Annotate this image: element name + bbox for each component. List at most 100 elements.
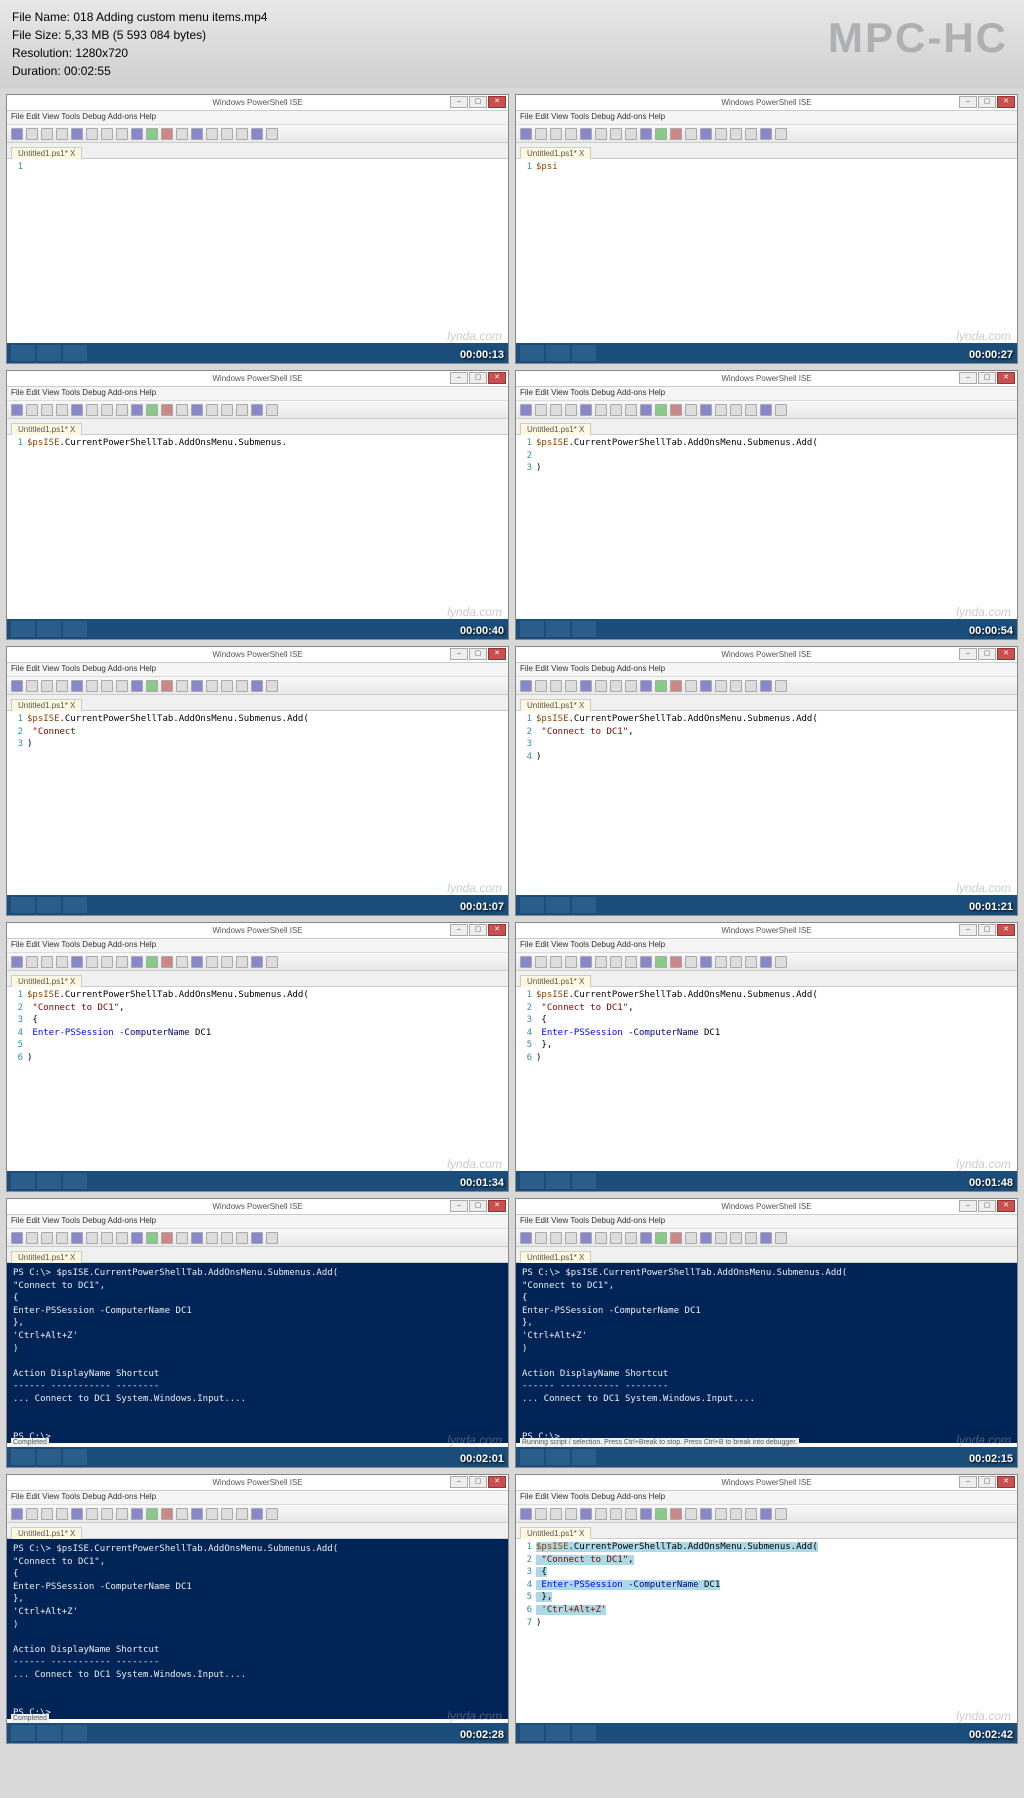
- toolbar-button-7[interactable]: [625, 404, 637, 416]
- start-button[interactable]: [520, 1173, 544, 1189]
- toolbar-button-11[interactable]: [176, 680, 188, 692]
- tab-close-icon[interactable]: X: [70, 977, 75, 986]
- toolbar-button-14[interactable]: [221, 680, 233, 692]
- start-button[interactable]: [11, 1173, 35, 1189]
- maximize-button[interactable]: ▢: [469, 96, 487, 108]
- menu-bar[interactable]: File Edit View Tools Debug Add-ons Help: [516, 1215, 1017, 1229]
- toolbar-button-1[interactable]: [535, 680, 547, 692]
- toolbar-button-17[interactable]: [266, 404, 278, 416]
- toolbar-button-17[interactable]: [775, 956, 787, 968]
- start-button[interactable]: [520, 621, 544, 637]
- toolbar-button-14[interactable]: [730, 680, 742, 692]
- taskbar-item[interactable]: [546, 1173, 570, 1189]
- toolbar-button-16[interactable]: [251, 1508, 263, 1520]
- toolbar-button-11[interactable]: [685, 128, 697, 140]
- windows-taskbar[interactable]: [516, 1723, 1017, 1743]
- toolbar-button-11[interactable]: [176, 404, 188, 416]
- toolbar-button-1[interactable]: [535, 128, 547, 140]
- toolbar-button-16[interactable]: [760, 128, 772, 140]
- toolbar-button-0[interactable]: [11, 956, 23, 968]
- toolbar-button-5[interactable]: [595, 1508, 607, 1520]
- menu-bar[interactable]: File Edit View Tools Debug Add-ons Help: [7, 1215, 508, 1229]
- toolbar-button-17[interactable]: [775, 128, 787, 140]
- toolbar-button-3[interactable]: [56, 128, 68, 140]
- toolbar-button-15[interactable]: [745, 404, 757, 416]
- toolbar-button-17[interactable]: [266, 1508, 278, 1520]
- close-button[interactable]: ✕: [488, 648, 506, 660]
- toolbar-button-6[interactable]: [101, 680, 113, 692]
- start-button[interactable]: [11, 1449, 35, 1465]
- taskbar-item[interactable]: [63, 1449, 87, 1465]
- taskbar-item[interactable]: [546, 1725, 570, 1741]
- script-editor[interactable]: 1$psISE.CurrentPowerShellTab.AddOnsMenu.…: [516, 435, 1017, 477]
- toolbar-button-15[interactable]: [745, 956, 757, 968]
- toolbar-button-3[interactable]: [565, 1232, 577, 1244]
- toolbar-button-6[interactable]: [610, 128, 622, 140]
- toolbar-button-15[interactable]: [745, 1508, 757, 1520]
- toolbar-button-10[interactable]: [161, 128, 173, 140]
- toolbar-button-8[interactable]: [640, 1508, 652, 1520]
- toolbar-button-13[interactable]: [715, 1508, 727, 1520]
- toolbar-button-0[interactable]: [520, 128, 532, 140]
- powershell-console[interactable]: PS C:\> $psISE.CurrentPowerShellTab.AddO…: [7, 1263, 508, 1443]
- windows-taskbar[interactable]: [7, 1447, 508, 1467]
- close-button[interactable]: ✕: [488, 372, 506, 384]
- toolbar-button-10[interactable]: [161, 1508, 173, 1520]
- toolbar-button-16[interactable]: [760, 1508, 772, 1520]
- toolbar-button-11[interactable]: [685, 956, 697, 968]
- script-tab[interactable]: Untitled1.ps1* X: [520, 975, 591, 987]
- toolbar-button-2[interactable]: [550, 128, 562, 140]
- toolbar-button-14[interactable]: [221, 1232, 233, 1244]
- powershell-console[interactable]: PS C:\> $psISE.CurrentPowerShellTab.AddO…: [516, 1263, 1017, 1443]
- code-line[interactable]: 3): [11, 738, 504, 751]
- minimize-button[interactable]: –: [959, 924, 977, 936]
- toolbar-button-7[interactable]: [116, 680, 128, 692]
- toolbar-button-2[interactable]: [550, 1232, 562, 1244]
- toolbar-button-7[interactable]: [116, 404, 128, 416]
- toolbar-button-11[interactable]: [685, 404, 697, 416]
- toolbar-button-10[interactable]: [670, 1232, 682, 1244]
- toolbar-button-6[interactable]: [610, 956, 622, 968]
- toolbar-button-4[interactable]: [580, 1508, 592, 1520]
- toolbar-button-8[interactable]: [131, 1508, 143, 1520]
- toolbar-button-8[interactable]: [131, 404, 143, 416]
- toolbar-button-0[interactable]: [11, 128, 23, 140]
- code-line[interactable]: 2 "Connect to DC1",: [520, 1002, 1013, 1015]
- toolbar-button-2[interactable]: [41, 1232, 53, 1244]
- toolbar-button-17[interactable]: [266, 680, 278, 692]
- taskbar-item[interactable]: [37, 1449, 61, 1465]
- taskbar-item[interactable]: [572, 897, 596, 913]
- code-line[interactable]: 2 "Connect: [11, 726, 504, 739]
- start-button[interactable]: [11, 897, 35, 913]
- maximize-button[interactable]: ▢: [978, 372, 996, 384]
- toolbar-button-7[interactable]: [625, 1232, 637, 1244]
- script-tab[interactable]: Untitled1.ps1* X: [11, 699, 82, 711]
- toolbar-button-4[interactable]: [71, 128, 83, 140]
- script-editor[interactable]: 1: [7, 159, 508, 176]
- powershell-console[interactable]: PS C:\> $psISE.CurrentPowerShellTab.AddO…: [7, 1539, 508, 1719]
- close-button[interactable]: ✕: [997, 1476, 1015, 1488]
- windows-taskbar[interactable]: [7, 1723, 508, 1743]
- code-line[interactable]: 1$psISE.CurrentPowerShellTab.AddOnsMenu.…: [520, 713, 1013, 726]
- toolbar-button-4[interactable]: [580, 680, 592, 692]
- toolbar-button-10[interactable]: [161, 1232, 173, 1244]
- toolbar-button-15[interactable]: [745, 128, 757, 140]
- window-titlebar[interactable]: Windows PowerShell ISE – ▢ ✕: [7, 647, 508, 663]
- start-button[interactable]: [11, 1725, 35, 1741]
- toolbar-button-10[interactable]: [670, 1508, 682, 1520]
- code-line[interactable]: 3 {: [520, 1014, 1013, 1027]
- window-titlebar[interactable]: Windows PowerShell ISE – ▢ ✕: [7, 923, 508, 939]
- windows-taskbar[interactable]: [7, 343, 508, 363]
- toolbar-button-5[interactable]: [86, 404, 98, 416]
- toolbar-button-9[interactable]: [655, 404, 667, 416]
- minimize-button[interactable]: –: [450, 96, 468, 108]
- close-button[interactable]: ✕: [997, 1200, 1015, 1212]
- toolbar-button-1[interactable]: [535, 1508, 547, 1520]
- code-line[interactable]: 1$psi: [520, 161, 1013, 174]
- toolbar-button-8[interactable]: [131, 1232, 143, 1244]
- taskbar-item[interactable]: [546, 621, 570, 637]
- windows-taskbar[interactable]: [7, 619, 508, 639]
- maximize-button[interactable]: ▢: [978, 648, 996, 660]
- start-button[interactable]: [11, 621, 35, 637]
- toolbar-button-15[interactable]: [236, 956, 248, 968]
